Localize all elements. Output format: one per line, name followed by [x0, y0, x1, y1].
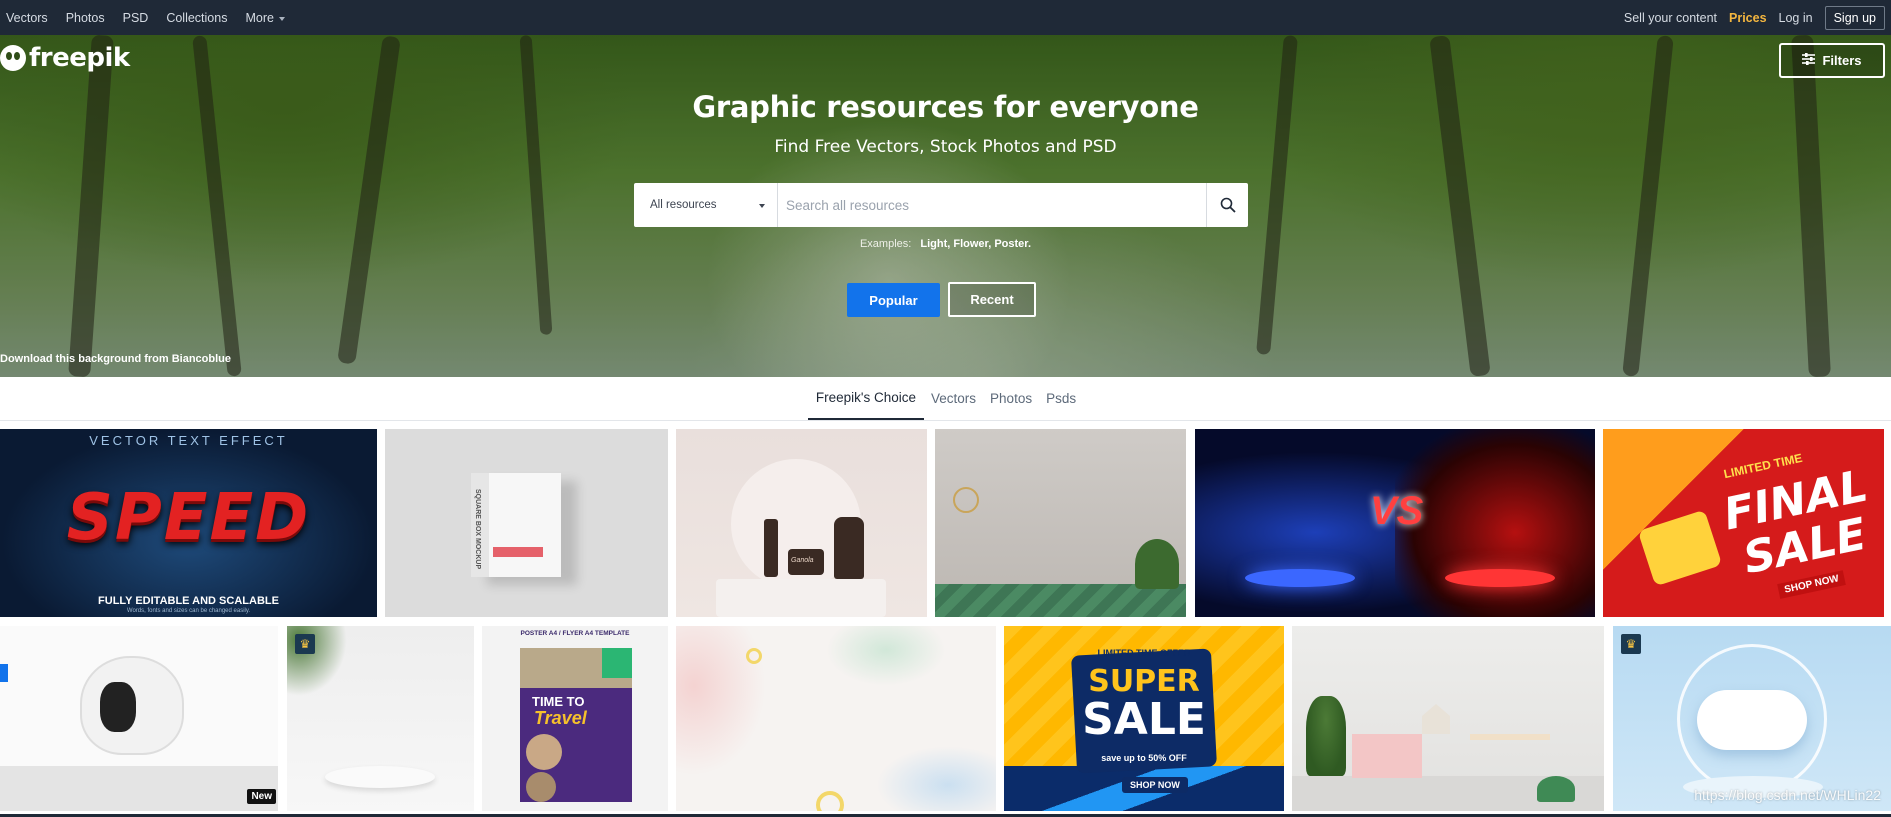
room-plant: [1306, 696, 1346, 776]
cosmetic-bottle: [834, 517, 864, 579]
super-word-2: SALE: [1082, 694, 1206, 745]
chevron-down-icon: [278, 16, 285, 21]
examples-label: Examples:: [859, 238, 912, 250]
versus-blue-stage: [1245, 569, 1355, 587]
resource-card-travel-poster[interactable]: POSTER A4 / FLYER A4 TEMPLATE TIME TO Tr…: [482, 626, 668, 811]
chevron-down-icon: [759, 204, 765, 208]
search-bar: All resources: [634, 183, 1248, 227]
podium-shape: [325, 766, 435, 788]
recent-button[interactable]: Recent: [948, 282, 1036, 317]
cosmetic-brand: Ganola: [791, 557, 814, 564]
versus-text: VS: [1370, 489, 1424, 533]
watercolor-blob: [826, 626, 946, 686]
resource-card-watercolor[interactable]: [676, 626, 996, 811]
room-dino: [1537, 776, 1575, 802]
prices-link[interactable]: Prices: [1729, 11, 1767, 25]
resource-card-interior[interactable]: [935, 429, 1186, 617]
nav-more-label: More: [245, 10, 274, 25]
examples-tags[interactable]: Light, Flower, Poster.: [920, 238, 1031, 250]
room-dresser: [1352, 734, 1422, 778]
tab-photos[interactable]: Photos: [983, 377, 1039, 420]
top-navigation-bar: Vectors Photos PSD Collections More Sell…: [0, 0, 1891, 35]
search-examples: Examples: Light, Flower, Poster.: [0, 238, 1891, 250]
super-subtext: save up to 50% OFF: [1101, 753, 1187, 763]
resource-card-bulldog[interactable]: New: [0, 626, 278, 811]
popular-button[interactable]: Popular: [847, 283, 940, 317]
hero-subtitle: Find Free Vectors, Stock Photos and PSD: [774, 137, 1117, 157]
left-edge-marker: [0, 664, 8, 682]
poster-title-2: Travel: [534, 708, 587, 728]
cosmetic-stand: [716, 579, 886, 617]
poster-header: POSTER A4 / FLYER A4 TEMPLATE: [520, 630, 630, 637]
nav-collections-link[interactable]: Collections: [166, 11, 227, 25]
premium-crown-icon: ♛: [295, 634, 315, 654]
nav-psd-link[interactable]: PSD: [123, 11, 149, 25]
poster-title-1: TIME TO: [532, 694, 585, 709]
nav-photos-link[interactable]: Photos: [66, 11, 105, 25]
watercolor-blob: [876, 746, 996, 811]
hero-title: Graphic resources for everyone: [692, 90, 1199, 124]
super-limited: LIMITED TIME OFFER: [1097, 648, 1191, 658]
tab-psds[interactable]: Psds: [1039, 377, 1083, 420]
resource-card-final-sale[interactable]: LIMITED TIME FINAL SALE SHOP NOW: [1603, 429, 1884, 617]
card-caption-bottom: FULLY EDITABLE AND SCALABLE: [98, 595, 279, 607]
search-input[interactable]: [778, 183, 1206, 227]
versus-red-stage: [1445, 569, 1555, 587]
freepik-logo[interactable]: freepik: [0, 43, 130, 73]
box-mockup-stripe: [493, 547, 543, 557]
nav-vectors-link[interactable]: Vectors: [6, 11, 48, 25]
search-icon: [1220, 197, 1236, 213]
resource-card-speed-text-effect[interactable]: VECTOR TEXT EFFECT SPEED FULLY EDITABLE …: [0, 429, 377, 617]
resource-card-versus[interactable]: VS: [1195, 429, 1595, 617]
tab-freepiks-choice[interactable]: Freepik's Choice: [807, 377, 925, 420]
poster-circle-photo: [526, 772, 556, 802]
resource-card-super-sale[interactable]: LIMITED TIME OFFER SUPER SALE save up to…: [1004, 626, 1284, 811]
poster-accent: [602, 648, 632, 678]
filters-label: Filters: [1822, 53, 1862, 68]
logo-text: freepik: [29, 43, 130, 73]
bulldog-table: [0, 766, 278, 811]
card-caption-main: SPEED: [66, 481, 311, 555]
freepik-logo-icon: [0, 45, 26, 71]
resource-card-cosmetics[interactable]: Ganola: [676, 429, 927, 617]
resource-type-value: All resources: [650, 199, 717, 211]
new-badge: New: [247, 789, 276, 804]
signup-button[interactable]: Sign up: [1824, 5, 1885, 30]
super-shop-now: SHOP NOW: [1122, 777, 1188, 793]
nav-right-group: Sell your content Prices Log in Sign up: [1612, 0, 1891, 35]
tab-vectors[interactable]: Vectors: [924, 377, 983, 420]
resource-card-podium[interactable]: ♛: [287, 626, 474, 811]
content-tabs: Freepik's Choice Vectors Photos Psds: [0, 377, 1891, 421]
interior-plant: [1135, 539, 1179, 589]
watermark-text: https://blog.csdn.net/WHLin22: [1694, 787, 1881, 803]
bulldog-patch: [100, 682, 136, 732]
card-caption-small: Words, fonts and sizes can be changed ea…: [126, 608, 251, 614]
card-caption-top: VECTOR TEXT EFFECT: [89, 433, 288, 448]
cosmetic-tube: [764, 519, 778, 577]
room-house-shelf: [1422, 704, 1450, 734]
watercolor-circle: [816, 791, 844, 811]
megaphone-shape: [1637, 509, 1723, 587]
resource-card-cloud[interactable]: ♛ https://blog.csdn.net/WHLin22: [1613, 626, 1891, 811]
login-link[interactable]: Log in: [1779, 11, 1813, 25]
interior-lamp: [953, 487, 979, 513]
search-button[interactable]: [1206, 183, 1248, 227]
versus-red-glow: [1395, 429, 1595, 617]
resource-card-kids-room[interactable]: [1292, 626, 1604, 811]
room-desk: [1470, 734, 1550, 740]
premium-crown-icon: ♛: [1621, 634, 1641, 654]
resource-type-select[interactable]: All resources: [634, 183, 778, 227]
resource-card-box-mockup[interactable]: SQUARE BOX MOCKUP: [385, 429, 668, 617]
nav-left-group: Vectors Photos PSD Collections More: [0, 0, 297, 35]
sell-content-link[interactable]: Sell your content: [1624, 11, 1717, 25]
sliders-icon: [1802, 53, 1816, 68]
box-mockup-label: SQUARE BOX MOCKUP: [474, 489, 481, 570]
watercolor-circle: [746, 648, 762, 664]
nav-more-dropdown[interactable]: More: [245, 10, 285, 25]
cloud-shape: [1697, 690, 1807, 750]
poster-circle-photo: [526, 734, 562, 770]
background-credit-link[interactable]: Download this background from Biancoblue: [0, 353, 231, 365]
filters-button[interactable]: Filters: [1779, 43, 1885, 78]
